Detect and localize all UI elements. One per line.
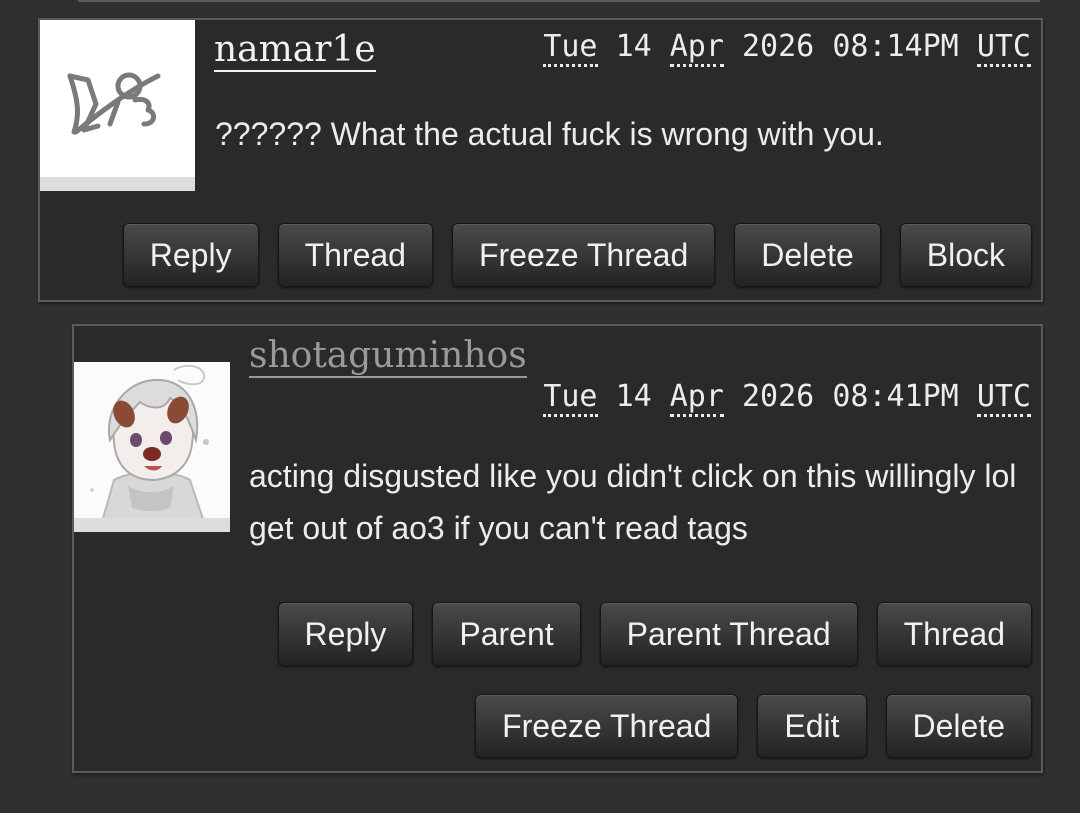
thread-button[interactable]: Thread [277,223,433,287]
freeze-thread-button[interactable]: Freeze Thread [475,694,739,758]
day: 14 [615,29,652,64]
anime-character-avatar [74,362,230,532]
timezone: UTC [976,29,1031,67]
avatar[interactable] [74,362,230,532]
comment-datetime: Tue 14 Apr 2026 08:41PM UTC [543,379,1031,417]
year: 2026 [742,379,815,414]
avatar-caption-strip [74,518,230,532]
year: 2026 [742,29,815,64]
parent-button[interactable]: Parent [432,602,581,666]
weekday: Tue [543,379,598,417]
month: Apr [669,29,724,67]
comment-text: ?????? What the actual fuck is wrong wit… [215,116,884,152]
ao3-logo-icon [40,20,195,191]
reply-button[interactable]: Reply [122,223,259,287]
comment-text: acting disgusted like you didn't click o… [249,458,1017,546]
timezone: UTC [976,379,1031,417]
weekday: Tue [543,29,598,67]
comment-shotaguminhos: shotaguminhos Tue 14 Apr 2026 08:41PM UT… [72,324,1043,773]
freeze-thread-button[interactable]: Freeze Thread [451,223,716,287]
month: Apr [669,379,724,417]
avatar-caption-strip [40,177,195,191]
comment-actions: Reply Thread Freeze Thread Delete Block [104,223,1032,287]
previous-comment-edge [78,0,1040,2]
time: 08:41PM [832,379,959,414]
day: 14 [615,379,652,414]
delete-button[interactable]: Delete [734,223,881,287]
edit-button[interactable]: Edit [757,694,867,758]
comment-actions-row-2: Freeze Thread Edit Delete [456,694,1032,758]
reply-button[interactable]: Reply [277,602,414,666]
comment-datetime: Tue 14 Apr 2026 08:14PM UTC [543,29,1031,67]
comment-actions-row-1: Reply Parent Parent Thread Thread [259,602,1032,666]
block-button[interactable]: Block [899,223,1032,287]
time: 08:14PM [832,29,959,64]
thread-button[interactable]: Thread [876,602,1032,666]
delete-button[interactable]: Delete [885,694,1032,758]
comment-namar1e: namar1e Tue 14 Apr 2026 08:14PM UTC ????… [38,18,1043,302]
avatar[interactable] [40,20,195,191]
username-link[interactable]: shotaguminhos [249,336,527,378]
username-link[interactable]: namar1e [214,30,376,72]
parent-thread-button[interactable]: Parent Thread [599,602,858,666]
